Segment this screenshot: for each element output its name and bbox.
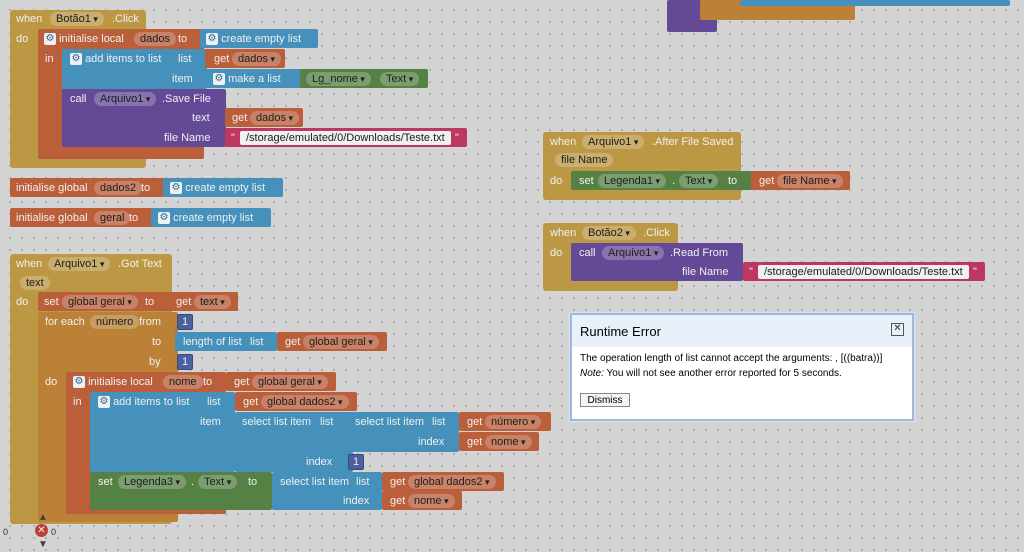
dialog-note: Note: You will not see another error rep… xyxy=(580,368,842,379)
modal-dim-overlay xyxy=(0,0,1024,552)
dialog-header: Runtime Error ✕ xyxy=(572,315,912,347)
runtime-error-dialog: Runtime Error ✕ The operation length of … xyxy=(570,313,914,421)
dialog-message: The operation length of list cannot acce… xyxy=(580,353,883,364)
note-text: You will not see another error reported … xyxy=(606,368,842,379)
close-icon[interactable]: ✕ xyxy=(891,323,904,336)
dismiss-button[interactable]: Dismiss xyxy=(580,393,630,407)
note-label: Note: xyxy=(580,368,604,379)
dialog-title: Runtime Error xyxy=(580,324,661,339)
